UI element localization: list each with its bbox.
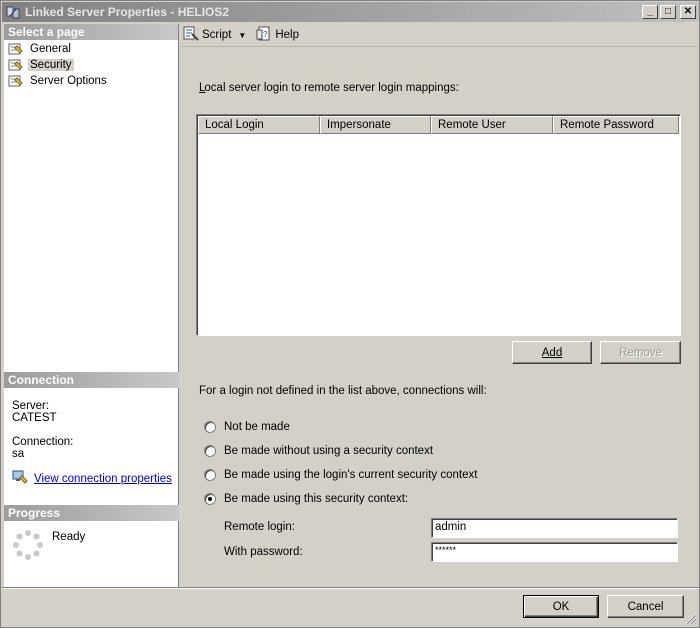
title-bar: Linked Server Properties - HELIOS2 _ □ ✕ [2,2,699,22]
linked-server-properties-window: Linked Server Properties - HELIOS2 _ □ ✕… [0,0,700,628]
page-label: General [30,43,71,55]
remote-login-label: Remote login: [224,521,295,533]
login-mappings-grid[interactable]: Local Login Impersonate Remote User Remo… [196,114,681,336]
connection-label: Connection: [12,436,74,448]
radio-label: Be made using the login's current securi… [224,469,478,481]
connections-label: For a login not defined in the list abov… [199,385,487,397]
ok-label: OK [552,600,570,613]
add-button[interactable]: Add [512,341,592,364]
radio-current-security-context[interactable]: Be made using the login's current securi… [204,469,477,481]
toolbar: Script ▼ ? Help [181,24,697,46]
resize-grip-icon[interactable] [685,613,697,625]
remove-label: Remove [619,346,662,359]
radio-label: Be made using this security context: [224,493,409,505]
minimize-button[interactable]: _ [642,5,658,19]
close-button[interactable]: ✕ [680,5,696,19]
column-remote-user[interactable]: Remote User [431,116,553,134]
progress-section: Progress Ready [4,505,179,564]
column-local-login[interactable]: Local Login [198,116,320,134]
properties-page-icon [8,74,24,88]
radio-label: Be made without using a security context [224,445,434,457]
page-item-server-options[interactable]: Server Options [4,73,178,89]
server-value: CATEST [12,412,57,424]
help-button[interactable]: ? Help [256,26,299,45]
script-icon [183,26,199,44]
page-label: Security [28,59,74,71]
radio-this-security-context[interactable]: Be made using this security context: [204,493,408,505]
password-label: With password: [224,546,303,558]
radio-circle[interactable] [204,469,216,481]
progress-status: Ready [52,531,86,543]
properties-page-icon [8,58,24,72]
svg-text:?: ? [263,30,268,39]
remove-button[interactable]: Remove [600,341,681,364]
radio-not-be-made[interactable]: Not be made [204,421,290,433]
properties-page-icon [8,42,24,56]
toolbar-divider [181,46,697,47]
progress-header: Progress [4,505,179,521]
mappings-label-text: ocal server login to remote server login… [204,82,459,94]
dropdown-arrow-icon[interactable]: ▼ [238,31,246,40]
connection-section: Connection Server: CATEST Connection: sa… [4,372,179,487]
radio-without-security-context[interactable]: Be made without using a security context [204,445,433,457]
server-label: Server: [12,400,50,412]
radio-label: Not be made [224,421,290,433]
add-label: Add [541,346,563,359]
select-page-header: Select a page [4,24,178,40]
mappings-label: Local server login to remote server logi… [199,82,459,94]
view-connection-properties-link[interactable]: View connection properties [34,473,172,485]
cancel-label: Cancel [627,600,664,613]
ok-button[interactable]: OK [523,595,599,618]
password-input[interactable]: ****** [431,542,678,562]
left-pane: Select a page General Security Server Op… [4,24,179,587]
progress-spinner-icon [12,529,44,564]
column-remote-password[interactable]: Remote Password [553,116,679,134]
window-title: Linked Server Properties - HELIOS2 [25,5,230,19]
footer-divider-highlight [2,588,699,589]
radio-circle[interactable] [204,493,216,505]
radio-circle[interactable] [204,421,216,433]
maximize-button[interactable]: □ [660,5,676,19]
column-impersonate[interactable]: Impersonate [320,116,431,134]
script-button[interactable]: Script ▼ [183,26,246,44]
page-label: Server Options [30,75,107,87]
cancel-button[interactable]: Cancel [607,595,684,618]
help-icon: ? [256,26,272,45]
linked-server-icon [5,4,21,20]
radio-circle[interactable] [204,445,216,457]
connection-value: sa [12,448,25,460]
help-label: Help [275,29,299,41]
connection-properties-icon [12,470,28,487]
script-label: Script [202,29,232,41]
grid-header: Local Login Impersonate Remote User Remo… [198,116,680,134]
remote-login-input[interactable]: admin [431,518,678,538]
connection-header: Connection [4,372,179,388]
page-item-general[interactable]: General [4,41,178,57]
page-item-security[interactable]: Security [4,57,178,73]
